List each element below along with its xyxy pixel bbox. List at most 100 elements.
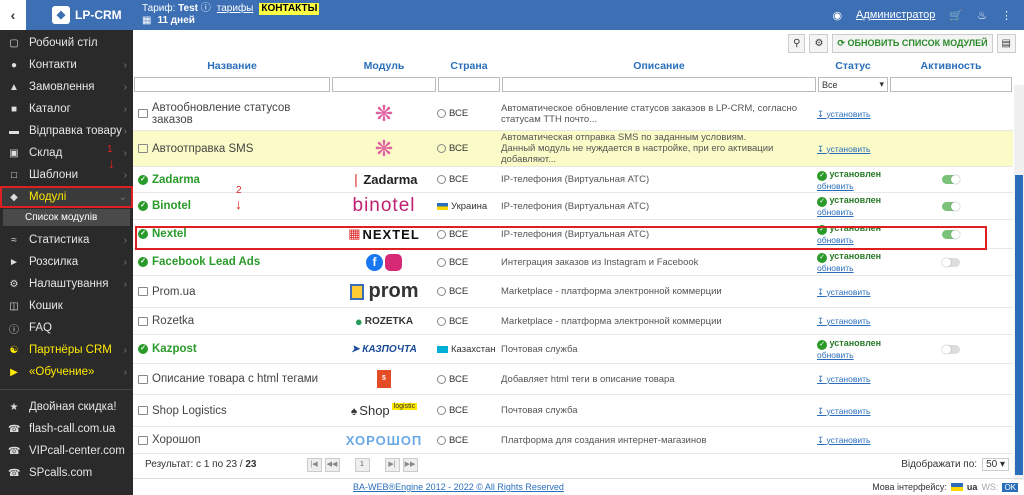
module-name[interactable]: Rozetka <box>133 315 331 327</box>
current-page[interactable]: 1 <box>354 457 370 472</box>
filter-status-select[interactable]: Все ▾ <box>818 77 888 92</box>
update-link[interactable]: обновить <box>817 207 889 217</box>
sidebar-item-trash[interactable]: ◫ Кошик <box>0 295 133 317</box>
update-link[interactable]: обновить <box>817 181 889 191</box>
sidebar-item-dashboard[interactable]: ▢ Робочий стіл <box>0 32 133 54</box>
table-row[interactable]: Prom.ua prom ВСЕ Marketplace - платформа эл… <box>133 276 1013 308</box>
install-link[interactable]: установить <box>827 287 871 297</box>
table-row[interactable]: Shop Logistics ♠ Shop logistic ВСЕ Почтовая … <box>133 395 1013 427</box>
activity-toggle[interactable] <box>942 201 960 211</box>
export-button[interactable]: ▤ <box>996 33 1016 53</box>
table-row[interactable]: ✓ Facebook Lead Ads f ВСЕ Интеграция заказов… <box>133 249 1013 276</box>
description-line-1: Автоматическое обновление статусов заказ… <box>501 102 798 125</box>
module-name[interactable]: ✓ Zadarma <box>133 174 331 186</box>
sidebar-item-partners[interactable]: ☯ Партнёры CRM › <box>0 339 133 361</box>
sidebar-item-catalog[interactable]: ■ Каталог › <box>0 98 133 120</box>
first-page-button[interactable]: |◀ <box>306 457 322 472</box>
sidebar-item-shipping[interactable]: ▬ Відправка товару › <box>0 120 133 142</box>
module-name[interactable]: ✓ Kazpost <box>133 343 331 355</box>
scrollbar[interactable] <box>1014 85 1024 480</box>
col-name[interactable]: Название <box>133 60 331 72</box>
module-name[interactable]: ✓ Binotel <box>133 200 331 212</box>
sidebar-item-contacts[interactable]: ● Контакти › <box>0 54 133 76</box>
update-modules-button[interactable]: ⟳ ОБНОВИТЬ СПИСОК МОДУЛЕЙ <box>832 33 993 53</box>
install-link[interactable]: установить <box>827 374 871 384</box>
last-page-button[interactable]: ▶▶ <box>402 457 418 472</box>
next-page-button[interactable]: ▶| <box>384 457 400 472</box>
bell-icon[interactable]: ♨ <box>977 9 987 22</box>
update-link[interactable]: обновить <box>817 263 889 273</box>
per-page-select[interactable]: 50 ▾ <box>982 458 1009 471</box>
filter-activity-input[interactable] <box>890 77 1012 92</box>
back-button[interactable]: ‹ <box>0 0 26 30</box>
install-link[interactable]: установить <box>827 109 871 119</box>
menu-icon[interactable]: ⋮ <box>1001 9 1012 22</box>
user-icon[interactable]: ◉ <box>832 9 842 22</box>
update-link[interactable]: обновить <box>817 350 889 360</box>
table-row[interactable]: Описание товара с html тегами 5 ВСЕ Добавля… <box>133 364 1013 395</box>
filter-country-input[interactable] <box>438 77 500 92</box>
sidebar-item-settings[interactable]: ⚙ Налаштування › <box>0 273 133 295</box>
col-country[interactable]: Страна <box>437 60 501 72</box>
sidebar-item-stats[interactable]: ≈ Статистика › <box>0 229 133 251</box>
module-name[interactable]: ✓ Facebook Lead Ads <box>133 256 331 268</box>
info-icon: ⓘ <box>200 3 211 14</box>
sidebar-item-mailing[interactable]: ► Розсилка › <box>0 251 133 273</box>
activity-toggle[interactable] <box>942 344 960 354</box>
sidebar-item-modules-list[interactable]: Список модулів <box>3 209 130 226</box>
status-installed: установлен <box>829 168 882 179</box>
lang-value[interactable]: ua <box>967 482 978 492</box>
sidebar-item-faq[interactable]: ⓘ FAQ <box>0 317 133 339</box>
sidebar-link-spcalls[interactable]: ☎ SPcalls.com <box>0 462 133 484</box>
module-name[interactable]: Описание товара с html тегами <box>133 373 331 385</box>
table-row[interactable]: Автоотправка SMS ❋ ВСЕ Автоматическая отпра… <box>133 131 1013 167</box>
table-row[interactable]: Rozetka ● ROZETKA ВСЕ Marketplace - платфор… <box>133 308 1013 335</box>
col-description[interactable]: Описание <box>501 60 817 72</box>
flag-icon[interactable] <box>950 483 963 491</box>
col-activity[interactable]: Активность <box>889 60 1013 72</box>
table-row[interactable]: Автообновление статусов заказов ❋ ВСЕ Автом… <box>133 97 1013 131</box>
prev-page-button[interactable]: ◀◀ <box>324 457 340 472</box>
sidebar-item-orders[interactable]: ▲ Замовлення › <box>0 76 133 98</box>
sidebar-link-flashcall[interactable]: ☎ flash-call.com.ua <box>0 418 133 440</box>
module-name[interactable]: Автоотправка SMS <box>133 143 331 155</box>
sidebar-link-discount[interactable]: ★ Двойная скидка! <box>0 396 133 418</box>
module-logo-cell: ♠ Shop logistic <box>331 403 437 418</box>
scrollbar-thumb[interactable] <box>1015 175 1023 475</box>
install-link[interactable]: установить <box>827 144 871 154</box>
module-name[interactable]: Shop Logistics <box>133 405 331 417</box>
table-row[interactable]: ✓ Binotel binotel Украина IP-телефония (Вирт… <box>133 193 1013 220</box>
brand-logo[interactable]: ◆ LP-CRM <box>52 6 122 24</box>
search-button[interactable]: ⚲ <box>788 33 806 53</box>
install-link[interactable]: установить <box>827 316 871 326</box>
description-line-1: IP-телефония (Виртуальная АТС) <box>501 200 650 212</box>
copyright[interactable]: BA-WEB®Engine 2012 - 2022 © All Rights R… <box>353 482 564 492</box>
table-row[interactable]: ✓ Zadarma ❘ Zadarma ВСЕ IP-телефония (Виртуа… <box>133 167 1013 193</box>
module-name[interactable]: Prom.ua <box>133 286 331 298</box>
table-row[interactable]: Хорошоп ХОРОШОП ВСЕ Платформа для создания … <box>133 427 1013 454</box>
col-module[interactable]: Модуль <box>331 60 437 72</box>
filter-module-input[interactable] <box>332 77 436 92</box>
sidebar-item-label: Партнёры CRM <box>29 344 112 356</box>
user-name[interactable]: Администратор <box>856 9 935 21</box>
filter-description-input[interactable] <box>502 77 816 92</box>
filter-name-input[interactable] <box>134 77 330 92</box>
install-link[interactable]: установить <box>827 406 871 416</box>
activity-toggle[interactable] <box>942 175 960 184</box>
contacts-link[interactable]: КОНТАКТЫ <box>259 3 320 15</box>
col-status[interactable]: Статус <box>817 60 889 72</box>
sidebar-item-training[interactable]: ▶ «Обучение» › <box>0 361 133 383</box>
tariffs-link[interactable]: тарифы <box>217 3 254 15</box>
module-name[interactable]: Автообновление статусов заказов <box>133 102 331 126</box>
module-name[interactable]: Хорошоп <box>133 434 331 446</box>
status-cell: ↧ установить <box>817 374 889 384</box>
module-name-text: Prom.ua <box>152 285 196 298</box>
sidebar-link-vipcall[interactable]: ☎ VIPcall-center.com <box>0 440 133 462</box>
arrow-down-icon: ↓ <box>108 155 115 171</box>
sidebar-item-modules[interactable]: ◆ Модулі ⌄ <box>0 186 133 208</box>
install-link[interactable]: установить <box>827 435 871 445</box>
table-row[interactable]: ✓ Kazpost ➤ КАЗПОЧТА Казахстан Почтовая служ… <box>133 335 1013 364</box>
activity-toggle[interactable] <box>942 257 960 267</box>
settings-button[interactable]: ⚙ <box>809 33 829 53</box>
cart-icon[interactable]: 🛒 <box>949 9 963 22</box>
